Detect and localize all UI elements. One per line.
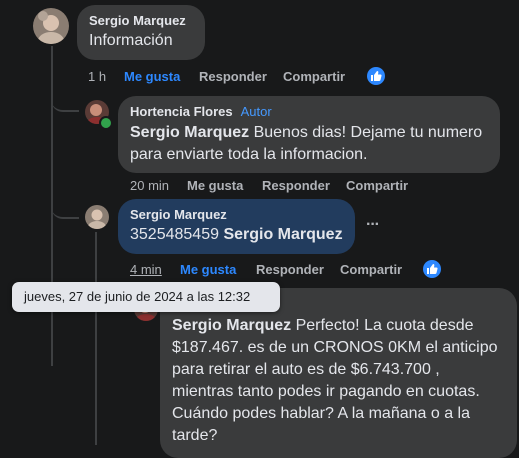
more-options-icon[interactable]: ···	[366, 216, 380, 234]
comment-text-content: Perfecto! La cuota desde $187.467. es de…	[172, 317, 498, 444]
thread-line-reply-1	[51, 92, 79, 112]
mention-link[interactable]: Sergio Marquez	[130, 124, 249, 141]
comment-bubble: Hortencia Flores Sergio Marquez Perfecto…	[160, 288, 517, 458]
avatar[interactable]	[33, 8, 69, 44]
online-status-icon	[99, 116, 113, 130]
comment-author[interactable]: Hortencia Flores	[130, 104, 233, 119]
comment-text: Sergio Marquez Buenos dias! Dejame tu nu…	[130, 122, 488, 166]
comment-author[interactable]: Sergio Marquez	[89, 13, 193, 28]
reply-button[interactable]: Responder	[199, 69, 267, 84]
comment-time[interactable]: 4 min	[130, 262, 162, 277]
like-button[interactable]: Me gusta	[180, 262, 236, 277]
avatar[interactable]	[85, 205, 109, 229]
comment-text: Sergio Marquez Perfecto! La cuota desde …	[172, 315, 505, 447]
comment-bubble: Sergio Marquez Información	[77, 5, 205, 60]
comment-time[interactable]: 20 min	[130, 178, 169, 193]
like-button[interactable]: Me gusta	[124, 69, 180, 84]
comment-bubble-highlighted: Sergio Marquez 3525485459 Sergio Marquez	[118, 199, 355, 254]
thread-line-reply-3	[95, 232, 135, 445]
phone-number: 3525485459	[130, 226, 219, 243]
comment-text: 3525485459 Sergio Marquez	[130, 224, 343, 246]
share-button[interactable]: Compartir	[340, 262, 402, 277]
timestamp-tooltip: jueves, 27 de junio de 2024 a las 12:32	[12, 282, 280, 312]
mention-link[interactable]: Sergio Marquez	[223, 226, 342, 243]
share-button[interactable]: Compartir	[346, 178, 408, 193]
reply-button[interactable]: Responder	[262, 178, 330, 193]
thread-line-reply-2	[51, 200, 79, 219]
comment-text: Información	[89, 32, 173, 49]
share-button[interactable]: Compartir	[283, 69, 345, 84]
comment-bubble: Hortencia Flores Autor Sergio Marquez Bue…	[118, 96, 500, 173]
comment-time[interactable]: 1 h	[88, 69, 106, 84]
comment-author[interactable]: Sergio Marquez	[130, 207, 343, 222]
like-reaction-icon[interactable]	[367, 67, 385, 85]
reply-button[interactable]: Responder	[256, 262, 324, 277]
mention-link[interactable]: Sergio Marquez	[172, 317, 291, 334]
like-button[interactable]: Me gusta	[187, 178, 243, 193]
author-badge: Autor	[240, 104, 272, 119]
comment-author-row: Hortencia Flores Autor	[130, 104, 488, 119]
like-reaction-icon[interactable]	[423, 260, 441, 278]
